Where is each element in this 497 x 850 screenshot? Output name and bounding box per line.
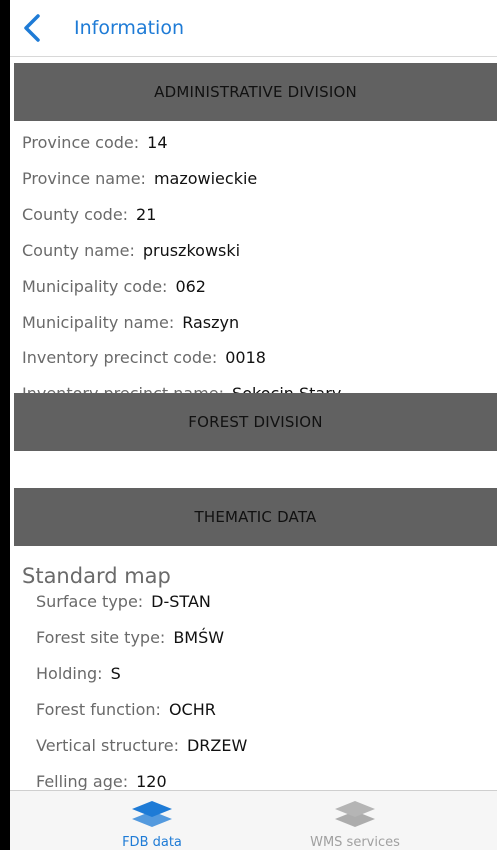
row-label: Felling age: bbox=[36, 772, 129, 790]
row-value: D-STAN bbox=[151, 592, 211, 611]
row-value: 21 bbox=[136, 205, 157, 224]
row-value: pruszkowski bbox=[142, 241, 241, 260]
row-label: Municipality name: bbox=[22, 313, 175, 332]
info-row-province-code: Province code: 14 bbox=[22, 133, 168, 152]
page-title: Information bbox=[74, 17, 184, 39]
info-row-county-name: County name: pruszkowski bbox=[22, 241, 240, 260]
tab-label: FDB data bbox=[122, 835, 182, 850]
row-value: BMŚW bbox=[173, 628, 225, 647]
section-header-forest-division[interactable]: FOREST DIVISION bbox=[14, 393, 497, 451]
navigation-bar: Information bbox=[10, 0, 497, 57]
standard-map-title: Standard map bbox=[22, 564, 171, 588]
row-label: Inventory precinct code: bbox=[22, 348, 218, 367]
section-header-thematic-data[interactable]: THEMATIC DATA bbox=[14, 488, 497, 546]
info-row-holding: Holding: S bbox=[36, 664, 121, 683]
row-label: County code: bbox=[22, 205, 129, 224]
info-row-forest-function: Forest function: OCHR bbox=[36, 700, 216, 719]
row-label: Forest function: bbox=[36, 700, 161, 719]
tab-bar: FDB data WMS services bbox=[10, 790, 497, 850]
row-label: Forest site type: bbox=[36, 628, 166, 647]
chevron-left-icon bbox=[24, 14, 40, 42]
row-value: 14 bbox=[147, 133, 168, 152]
screen: Information ADMINISTRATIVE DIVISION Prov… bbox=[10, 0, 497, 850]
row-label: Province name: bbox=[22, 169, 146, 188]
info-row-surface-type: Surface type: D-STAN bbox=[36, 592, 211, 611]
row-label: County name: bbox=[22, 241, 135, 260]
row-value: mazowieckie bbox=[153, 169, 258, 188]
info-row-vertical-structure: Vertical structure: DRZEW bbox=[36, 736, 247, 755]
row-value: OCHR bbox=[168, 700, 216, 719]
tab-label: WMS services bbox=[310, 835, 400, 850]
info-row-county-code: County code: 21 bbox=[22, 205, 156, 224]
row-label: Vertical structure: bbox=[36, 736, 179, 755]
back-button[interactable] bbox=[18, 12, 48, 44]
tab-fdb-data[interactable]: FDB data bbox=[52, 791, 252, 850]
row-value: DRZEW bbox=[186, 736, 248, 755]
row-label: Holding: bbox=[36, 664, 103, 683]
info-row-municipality-code: Municipality code: 062 bbox=[22, 277, 206, 296]
section-header-administrative-division[interactable]: ADMINISTRATIVE DIVISION bbox=[14, 63, 497, 121]
info-row-inventory-precinct-code: Inventory precinct code: 0018 bbox=[22, 348, 266, 367]
info-row-felling-age: Felling age: 120 bbox=[36, 772, 167, 790]
row-label: Province code: bbox=[22, 133, 140, 152]
layers-icon bbox=[132, 801, 172, 827]
row-value: S bbox=[110, 664, 121, 683]
row-value: 120 bbox=[136, 772, 167, 790]
information-content[interactable]: ADMINISTRATIVE DIVISION Province code: 14… bbox=[10, 57, 497, 790]
tab-wms-services[interactable]: WMS services bbox=[255, 791, 455, 850]
info-row-municipality-name: Municipality name: Raszyn bbox=[22, 313, 239, 332]
row-value: 062 bbox=[175, 277, 206, 296]
layers-icon bbox=[335, 801, 375, 827]
info-row-province-name: Province name: mazowieckie bbox=[22, 169, 257, 188]
row-value: Raszyn bbox=[182, 313, 240, 332]
info-row-forest-site-type: Forest site type: BMŚW bbox=[36, 628, 224, 647]
row-label: Surface type: bbox=[36, 592, 144, 611]
row-value: 0018 bbox=[225, 348, 266, 367]
row-label: Municipality code: bbox=[22, 277, 168, 296]
